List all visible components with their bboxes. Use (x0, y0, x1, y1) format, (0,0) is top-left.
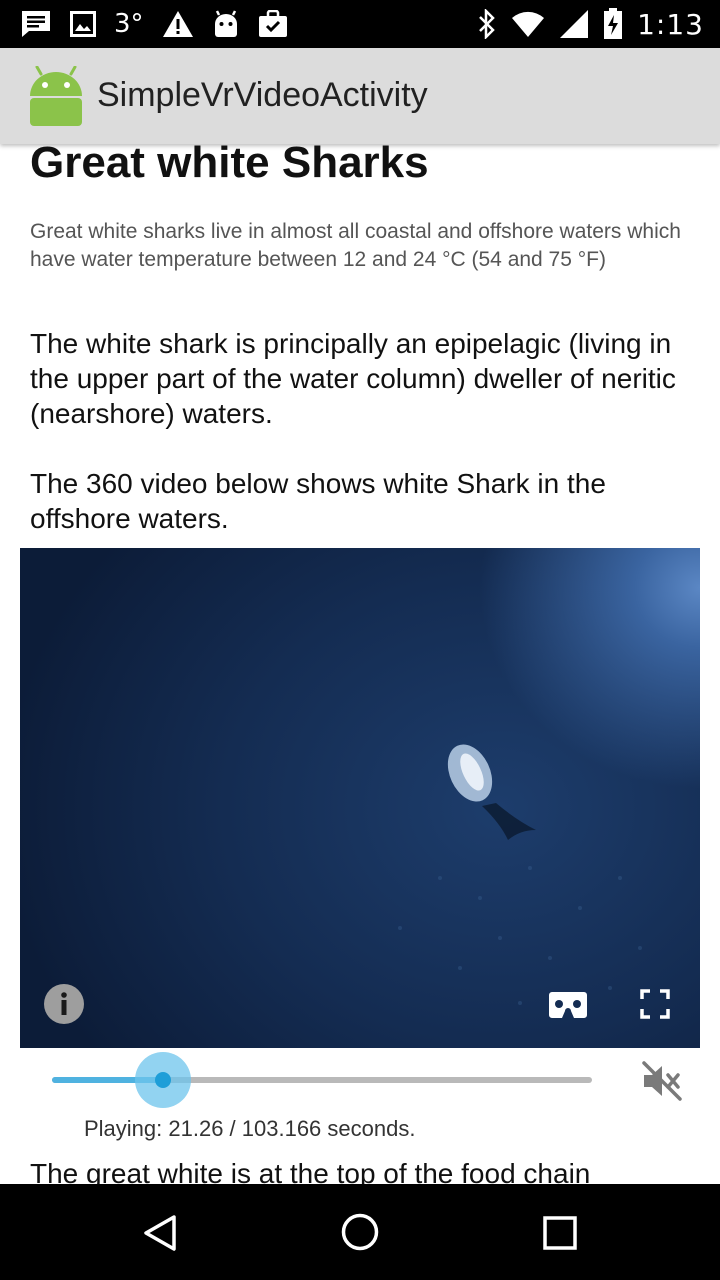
vr-cardboard-icon[interactable] (549, 992, 587, 1018)
warning-icon (162, 11, 193, 37)
app-title: SimpleVrVideoActivity (97, 76, 428, 114)
temperature-text: 3° (114, 9, 144, 39)
playback-status-text: Playing: 21.26 / 103.166 seconds. (84, 1116, 416, 1141)
home-icon[interactable] (341, 1213, 379, 1251)
battery-charging-icon (604, 8, 623, 39)
image-icon (70, 11, 96, 37)
article-content[interactable]: Great white Sharks Great white sharks li… (0, 144, 720, 1184)
status-bar: 3° 1:13 (0, 0, 720, 48)
vr-video-view[interactable] (20, 548, 700, 1048)
android-app-icon (30, 66, 82, 126)
article-intro: Great white sharks live in almost all co… (30, 220, 681, 271)
message-icon (22, 11, 50, 37)
article-paragraph-1: The white shark is principally an epipel… (30, 328, 676, 429)
recents-icon[interactable] (543, 1216, 577, 1250)
back-icon[interactable] (142, 1214, 178, 1252)
wifi-icon (512, 11, 545, 38)
status-bar-right: 1:13 (477, 7, 704, 41)
volume-off-icon[interactable] (640, 1059, 684, 1103)
article-paragraph-3: The great white is at the top of the foo… (30, 1158, 591, 1184)
clipboard-check-icon (258, 10, 287, 37)
video-seek-bar[interactable] (52, 1052, 592, 1108)
info-icon[interactable] (44, 984, 84, 1024)
app-bar: SimpleVrVideoActivity (0, 48, 720, 144)
status-bar-left: 3° (20, 8, 288, 40)
navigation-bar (0, 1184, 720, 1280)
shark-figure (398, 744, 642, 1005)
article-paragraph-2: The 360 video below shows white Shark in… (30, 468, 606, 534)
cell-signal-icon (560, 10, 589, 38)
fullscreen-icon[interactable] (640, 989, 670, 1019)
article-heading: Great white Sharks (30, 144, 429, 187)
clock-text: 1:13 (637, 7, 704, 41)
android-icon (214, 10, 237, 37)
bluetooth-icon (479, 9, 495, 39)
